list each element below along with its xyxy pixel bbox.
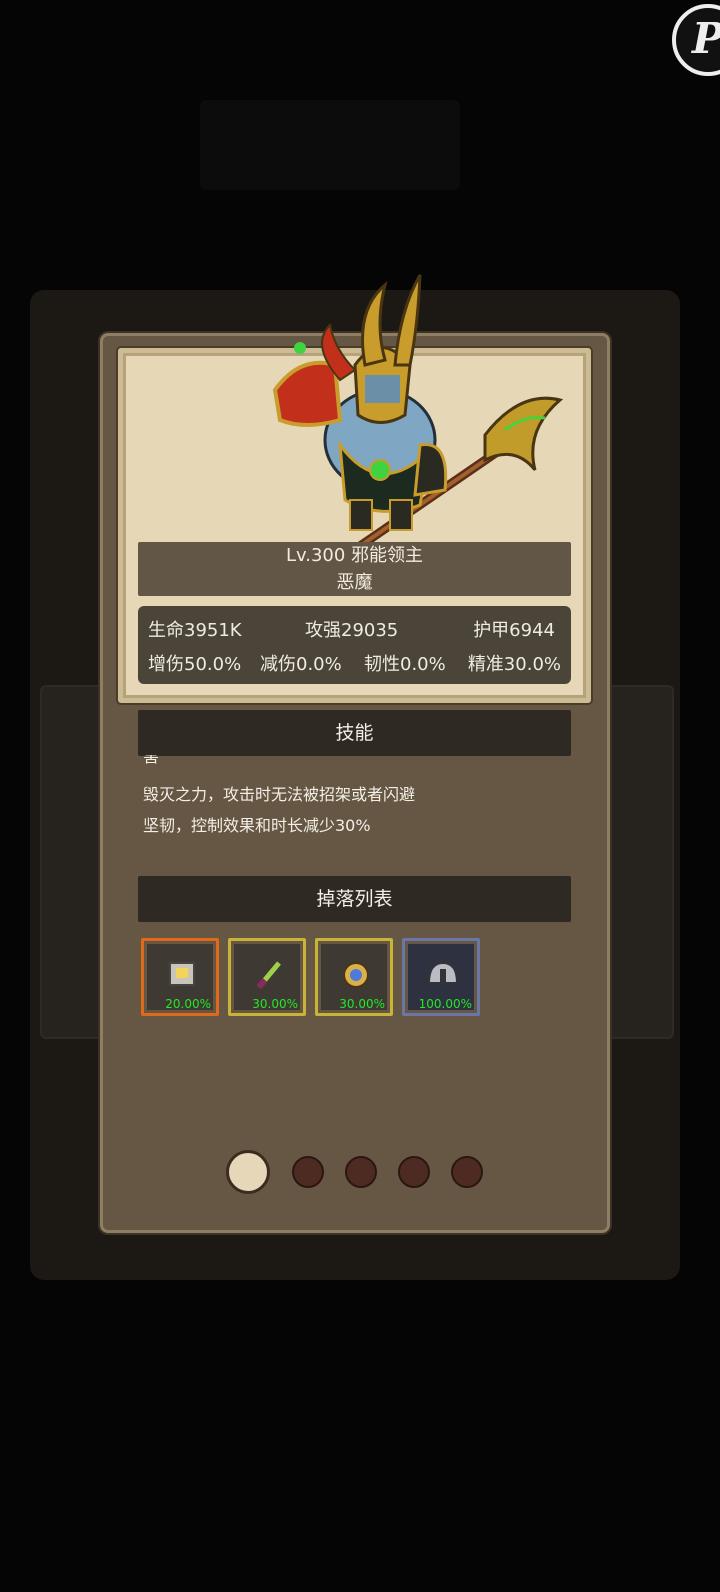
drop-slot-4[interactable]: 100.00% (402, 938, 480, 1016)
stat-hp: 生命3951K (148, 620, 242, 641)
monster-level-name: Lv.300 邪能领主 (285, 545, 424, 566)
stat-damage-bonus: 增伤50.0% (148, 654, 242, 675)
skill-cut-line: 害 (143, 755, 160, 766)
drop-chance: 30.00% (339, 997, 385, 1011)
drop-slot-3[interactable]: 30.00% (315, 938, 393, 1016)
stat-accuracy: 精准30.0% (467, 654, 561, 675)
corner-menu-button[interactable]: P (672, 4, 720, 76)
stat-toughness: 韧性0.0% (364, 654, 446, 675)
stat-damage-reduce: 减伤0.0% (260, 654, 342, 675)
skill-line-2: 坚韧，控制效果和时长减少30% (143, 816, 371, 835)
amulet-icon (343, 962, 369, 988)
stats-row-secondary: 增伤50.0% 减伤0.0% 韧性0.0% 精准30.0% (138, 650, 571, 680)
monster-stats-box: 生命3951K 攻强29035 护甲6944 增伤50.0% 减伤0.0% 韧性… (138, 606, 571, 684)
skills-header: 技能 (138, 710, 571, 756)
drop-chance: 20.00% (165, 997, 211, 1011)
skill-line-1: 毁灭之力，攻击时无法被招架或者闪避 (143, 785, 416, 804)
page-dot-4[interactable] (398, 1156, 430, 1188)
page-dot-3[interactable] (345, 1156, 377, 1188)
monster-type: 恶魔 (336, 572, 373, 593)
background-title-ghost (200, 100, 460, 190)
monster-portrait-icon (272, 274, 564, 574)
drop-slot-2[interactable]: 30.00% (228, 938, 306, 1016)
drop-slot-1[interactable]: 20.00% (141, 938, 219, 1016)
drop-chance: 30.00% (252, 997, 298, 1011)
drop-chance: 100.00% (418, 997, 472, 1011)
stat-armor: 护甲6944 (473, 620, 555, 641)
dagger-icon (256, 961, 281, 989)
corner-button-glyph: P (692, 14, 720, 63)
stats-row-primary: 生命3951K 攻强29035 护甲6944 (138, 616, 571, 646)
page-dot-1[interactable] (226, 1150, 270, 1194)
scroll-icon (169, 962, 195, 986)
drop-list-header: 掉落列表 (138, 876, 571, 922)
page-dot-5[interactable] (451, 1156, 483, 1188)
page-dot-2[interactable] (292, 1156, 324, 1188)
monster-name-plate: Lv.300 邪能领主 恶魔 (138, 542, 571, 596)
stat-attack: 攻强29035 (305, 620, 399, 641)
helmet-icon (427, 961, 459, 984)
